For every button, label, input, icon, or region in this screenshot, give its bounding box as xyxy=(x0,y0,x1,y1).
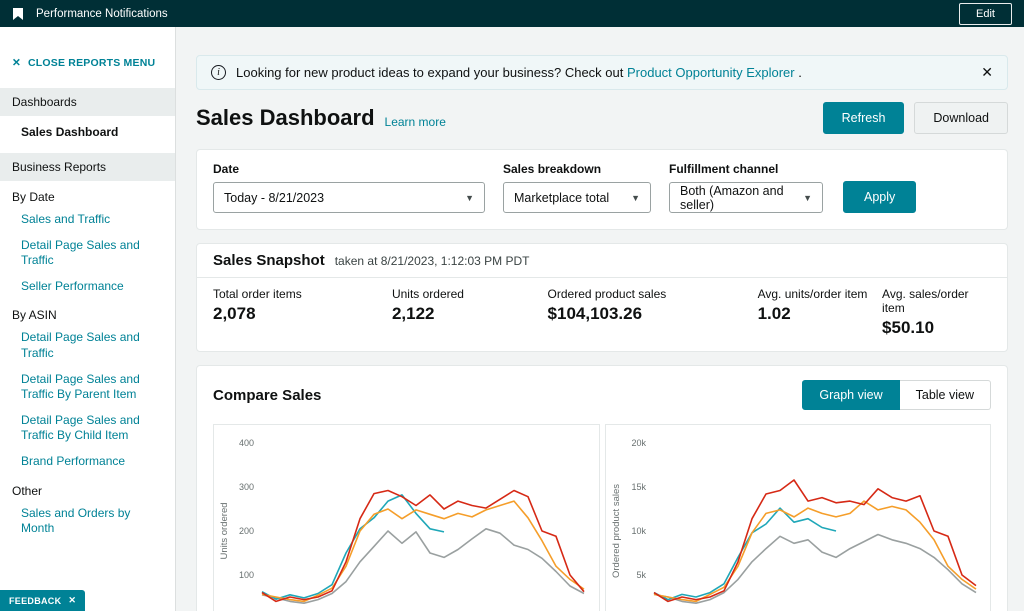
feedback-button[interactable]: FEEDBACK ✕ xyxy=(0,590,85,611)
sales-snapshot-title: Sales Snapshot xyxy=(213,252,325,269)
stat-avg-sales-per-order: Avg. sales/order item $50.10 xyxy=(882,287,991,338)
snapshot-stats-row: Total order items 2,078 Units ordered 2,… xyxy=(197,278,1007,351)
page-title: Sales Dashboard xyxy=(196,105,375,131)
sidebar-section-business-reports: Business Reports xyxy=(0,153,175,181)
banner-close-icon[interactable]: ✕ xyxy=(981,64,993,81)
table-view-button[interactable]: Table view xyxy=(900,380,991,410)
sidebar-item-detail-page-parent-item[interactable]: Detail Page Sales and Traffic By Parent … xyxy=(0,367,175,408)
stat-total-order-items: Total order items 2,078 xyxy=(213,287,392,338)
learn-more-link[interactable]: Learn more xyxy=(385,115,446,129)
sales-snapshot-timestamp: taken at 8/21/2023, 1:12:03 PM PDT xyxy=(335,254,530,268)
svg-text:10k: 10k xyxy=(631,526,646,536)
sidebar-subheader-by-asin: By ASIN xyxy=(0,299,175,325)
units-ordered-chart: 010020030040012AM2AM4AM6AM8AM10AM12PM2PM… xyxy=(213,424,600,611)
banner-text: Looking for new product ideas to expand … xyxy=(236,65,802,80)
sidebar-item-detail-page-child-item[interactable]: Detail Page Sales and Traffic By Child I… xyxy=(0,408,175,449)
topbar-title: Performance Notifications xyxy=(36,8,168,20)
fulfillment-channel-value: Both (Amazon and seller) xyxy=(680,184,793,212)
feedback-label: FEEDBACK xyxy=(9,596,61,606)
svg-text:20k: 20k xyxy=(631,438,646,448)
close-icon: ✕ xyxy=(68,595,76,606)
svg-text:5k: 5k xyxy=(636,570,646,580)
stat-ordered-product-sales: Ordered product sales $104,103.26 xyxy=(548,287,758,338)
sidebar-item-sales-and-traffic[interactable]: Sales and Traffic xyxy=(0,207,175,233)
stat-avg-units-per-order: Avg. units/order item 1.02 xyxy=(758,287,882,338)
sales-breakdown-select[interactable]: Marketplace total ▼ xyxy=(503,182,651,213)
sidebar-item-detail-page-sales-traffic[interactable]: Detail Page Sales and Traffic xyxy=(0,233,175,274)
sales-snapshot-header: Sales Snapshot taken at 8/21/2023, 1:12:… xyxy=(197,244,1007,278)
compare-sales-title: Compare Sales xyxy=(213,387,321,404)
chevron-down-icon: ▼ xyxy=(631,193,640,203)
sidebar-item-brand-performance[interactable]: Brand Performance xyxy=(0,449,175,475)
sidebar-item-detail-page-sales-traffic-asin[interactable]: Detail Page Sales and Traffic xyxy=(0,325,175,366)
svg-text:300: 300 xyxy=(239,482,254,492)
apply-button[interactable]: Apply xyxy=(843,181,916,213)
date-select[interactable]: Today - 8/21/2023 ▼ xyxy=(213,182,485,213)
sidebar-subheader-other: Other xyxy=(0,475,175,501)
main-content: i Looking for new product ideas to expan… xyxy=(176,27,1024,611)
breakdown-filter-group: Sales breakdown Marketplace total ▼ xyxy=(503,162,651,213)
info-icon: i xyxy=(211,65,226,80)
ordered-product-sales-chart: 05k10k15k20k12AM2AM4AM6AM8AM10AM12PM2PM4… xyxy=(605,424,992,611)
channel-filter-group: Fulfillment channel Both (Amazon and sel… xyxy=(669,162,823,213)
refresh-button[interactable]: Refresh xyxy=(823,102,905,134)
chevron-down-icon: ▼ xyxy=(803,193,812,203)
graph-view-button[interactable]: Graph view xyxy=(802,380,899,410)
date-filter-group: Date Today - 8/21/2023 ▼ xyxy=(213,162,485,213)
sidebar-item-sales-orders-by-month[interactable]: Sales and Orders by Month xyxy=(0,501,175,542)
date-filter-label: Date xyxy=(213,162,485,176)
sidebar-subheader-by-date: By Date xyxy=(0,181,175,207)
sidebar-section-dashboards: Dashboards xyxy=(0,88,175,116)
svg-text:15k: 15k xyxy=(631,482,646,492)
title-row: Sales Dashboard Learn more Refresh Downl… xyxy=(196,102,1008,134)
download-button[interactable]: Download xyxy=(914,102,1008,134)
view-toggle: Graph view Table view xyxy=(802,380,991,410)
close-reports-menu-label: CLOSE REPORTS MENU xyxy=(28,57,155,69)
svg-text:200: 200 xyxy=(239,526,254,536)
stat-units-ordered: Units ordered 2,122 xyxy=(392,287,548,338)
fulfillment-channel-select[interactable]: Both (Amazon and seller) ▼ xyxy=(669,182,823,213)
compare-sales-header: Compare Sales Graph view Table view xyxy=(213,380,991,410)
product-opportunity-explorer-link[interactable]: Product Opportunity Explorer xyxy=(627,65,795,80)
charts-row: 010020030040012AM2AM4AM6AM8AM10AM12PM2PM… xyxy=(213,424,991,611)
close-reports-menu[interactable]: ✕ CLOSE REPORTS MENU xyxy=(0,57,175,83)
sales-breakdown-value: Marketplace total xyxy=(514,191,609,205)
close-icon: ✕ xyxy=(12,57,21,69)
sales-snapshot-card: Sales Snapshot taken at 8/21/2023, 1:12:… xyxy=(196,243,1008,352)
breakdown-filter-label: Sales breakdown xyxy=(503,162,651,176)
sidebar-item-sales-dashboard[interactable]: Sales Dashboard xyxy=(0,116,175,148)
top-bar: Performance Notifications Edit xyxy=(0,0,1024,27)
chevron-down-icon: ▼ xyxy=(465,193,474,203)
date-select-value: Today - 8/21/2023 xyxy=(224,191,324,205)
info-banner: i Looking for new product ideas to expan… xyxy=(196,55,1008,90)
svg-text:Units ordered: Units ordered xyxy=(219,502,230,559)
edit-button[interactable]: Edit xyxy=(959,3,1012,25)
sidebar-item-seller-performance[interactable]: Seller Performance xyxy=(0,274,175,300)
svg-text:100: 100 xyxy=(239,570,254,580)
svg-text:Ordered product sales: Ordered product sales xyxy=(611,484,622,578)
reports-sidebar: ✕ CLOSE REPORTS MENU Dashboards Sales Da… xyxy=(0,27,176,611)
compare-sales-card: Compare Sales Graph view Table view 0100… xyxy=(196,365,1008,611)
svg-text:400: 400 xyxy=(239,438,254,448)
channel-filter-label: Fulfillment channel xyxy=(669,162,823,176)
bookmark-icon xyxy=(12,7,24,21)
filter-card: Date Today - 8/21/2023 ▼ Sales breakdown… xyxy=(196,149,1008,230)
